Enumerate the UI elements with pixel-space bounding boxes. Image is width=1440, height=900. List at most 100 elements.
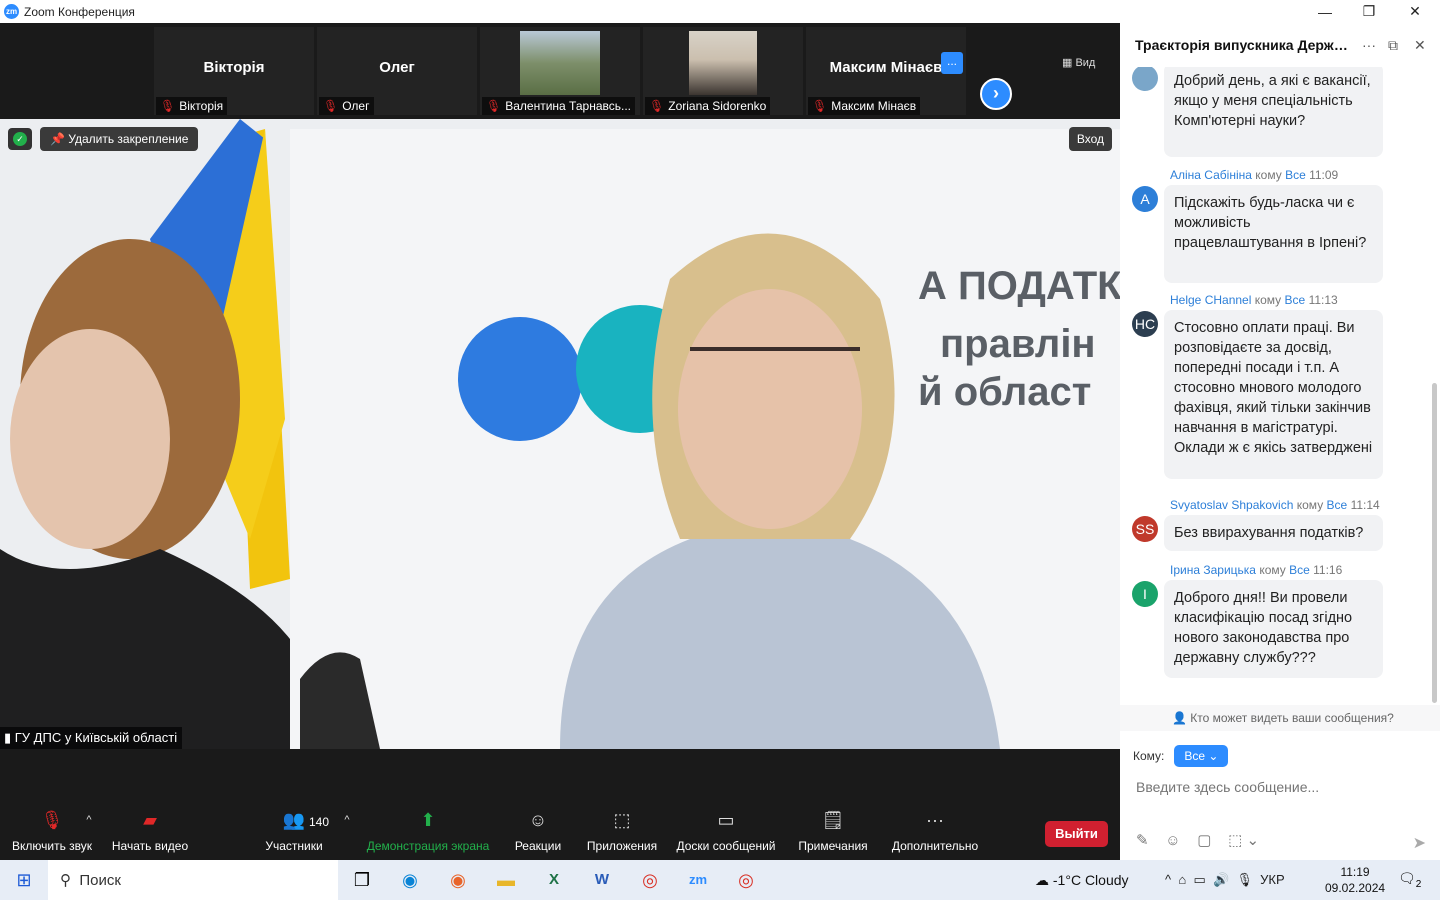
clock-date: 09.02.2024 (1325, 881, 1386, 895)
weather-widget[interactable]: ☁ -1°C Cloudy (1035, 860, 1129, 900)
apps-label: Приложения (586, 839, 658, 853)
windows-taskbar: ⊞ ⚲ Поиск ❐ ◉ ◉ ▬ X W ◎ zm ◎ ☁ -1°C Clou… (0, 860, 1440, 900)
clock[interactable]: 11:19 09.02.2024 (1325, 864, 1385, 896)
notes-button[interactable]: 🗒 Примечания (797, 805, 869, 860)
recipient-row: Кому: Все ⌄ (1133, 745, 1229, 767)
share-screen-button[interactable]: ⬆ Демонстрация экрана (366, 805, 490, 860)
participant-tile[interactable]: Олег 🎙 Олег (317, 27, 477, 115)
participant-tile[interactable]: 🎙 Zoriana Sidorenko (643, 27, 803, 115)
share-screen-icon: ⬆ (420, 810, 436, 830)
participant-tile[interactable]: Вікторія 🎙 Вікторія (154, 27, 314, 115)
notes-icon: 🗒 (821, 810, 845, 830)
message-bubble[interactable]: Стосовно оплати праці. Ви розповідаєте з… (1164, 310, 1383, 479)
excel-icon[interactable]: X (530, 860, 578, 900)
person-icon: 👤 (1172, 711, 1191, 725)
background-text: й област (918, 370, 1091, 414)
whiteboards-button[interactable]: ▭ Доски сообщений (675, 805, 777, 860)
taskbar-search[interactable]: ⚲ Поиск (48, 860, 338, 900)
edge-icon[interactable]: ◉ (386, 860, 434, 900)
format-icon[interactable]: ✎ (1136, 832, 1149, 849)
apps-button[interactable]: ⬚ Приложения (585, 805, 659, 860)
minimize-icon[interactable]: — (1302, 0, 1348, 23)
chat-messages: Добрий день, а які є вакансії, якщо у ме… (1120, 67, 1440, 707)
firefox-icon[interactable]: ◉ (434, 860, 482, 900)
participant-label: 🎙 Максим Мінаєв (808, 97, 921, 115)
file-icon[interactable]: ▢ (1197, 832, 1211, 849)
message-bubble[interactable]: Доброго дня!! Ви провели класифікацію по… (1164, 580, 1383, 678)
message-bubble[interactable]: Добрий день, а які є вакансії, якщо у ме… (1164, 67, 1383, 157)
message-bubble[interactable]: Підскажіть будь-ласка чи є можливість пр… (1164, 185, 1383, 283)
sender-name[interactable]: Svyatoslav Shpakovich (1170, 498, 1293, 512)
task-view-icon[interactable]: ❐ (338, 860, 386, 900)
notifications-icon[interactable]: 🗨2 (1398, 870, 1421, 890)
participant-label: 🎙 Валентина Тарнавсь... (482, 97, 635, 115)
mic-muted-icon: 🎙 (649, 99, 665, 113)
word-icon[interactable]: W (578, 860, 626, 900)
background-text: правлін (940, 322, 1096, 366)
more-button[interactable]: ··· Дополнительно (890, 805, 980, 860)
recipient: Все (1284, 293, 1306, 307)
language-indicator[interactable]: УКР (1260, 872, 1285, 887)
screenshot-icon[interactable]: ⬚ (1228, 832, 1242, 849)
recipient-select[interactable]: Все ⌄ (1174, 745, 1229, 767)
sender-name[interactable]: Аліна Сабініна (1170, 168, 1252, 182)
restore-icon[interactable]: ❐ (1346, 0, 1392, 23)
zoom-logo-icon: zm (4, 4, 19, 19)
main-video: А ПОДАТК правлін й област ✓ 📌 Удалить за… (0, 119, 1120, 749)
send-icon[interactable]: ➤ (1413, 833, 1426, 853)
chevron-up-icon[interactable]: ^ (1165, 872, 1171, 887)
sender-name[interactable]: Helge CHannel (1170, 293, 1251, 307)
participant-tile[interactable]: 🎙 Валентина Тарнавсь... (480, 27, 640, 115)
recipient: Все (1326, 498, 1348, 512)
mic-muted-icon: 🎙 (812, 99, 828, 113)
chrome-profile-icon[interactable]: ◎ (722, 860, 770, 900)
unpin-button[interactable]: 📌 Удалить закрепление (40, 127, 199, 151)
participant-label: 🎙 Zoriana Sidorenko (645, 97, 771, 115)
close-icon[interactable]: ✕ (1414, 37, 1426, 54)
avatar: HC (1132, 311, 1158, 337)
shield-icon[interactable]: ✓ (8, 128, 32, 150)
signal-icon: ▮ (4, 730, 15, 745)
mic-muted-icon: 🎙 (486, 99, 502, 113)
reactions-label: Реакции (514, 839, 562, 853)
volume-icon[interactable]: 🔊 (1213, 872, 1229, 887)
participant-strip: Вікторія 🎙 Вікторія Олег 🎙 Олег 🎙 Валентина… (0, 23, 1120, 119)
chrome-icon[interactable]: ◎ (626, 860, 674, 900)
windows-start-icon[interactable]: ⊞ (0, 870, 48, 891)
timestamp: 11:14 (1350, 498, 1380, 512)
device-icon[interactable]: ▭ (1193, 872, 1205, 887)
view-button[interactable]: ▦ Вид (1062, 56, 1095, 69)
file-explorer-icon[interactable]: ▬ (482, 860, 530, 900)
audio-options-chevron-icon[interactable]: ^ (82, 805, 96, 860)
participants-count: 140 (308, 815, 330, 829)
to-label: Кому: (1133, 749, 1165, 763)
chat-input[interactable] (1136, 775, 1416, 799)
chevron-down-icon[interactable]: ⌄ (1246, 832, 1259, 849)
timestamp: 11:13 (1308, 293, 1338, 307)
start-video-button[interactable]: ▰ Начать видео (108, 805, 192, 860)
message-header: Svyatoslav Shpakovich кому Все 11:14 (1170, 498, 1380, 512)
who-can-see-link[interactable]: 👤 Кто может видеть ваши сообщения? (1120, 705, 1440, 731)
chat-scrollbar[interactable] (1432, 383, 1437, 703)
chevron-right-icon[interactable]: › (980, 78, 1012, 110)
video-scene: А ПОДАТК правлін й област (0, 119, 1120, 749)
popout-icon[interactable]: ⧉ (1388, 37, 1398, 54)
participants-button[interactable]: 👥 Участники (262, 805, 326, 860)
participant-video (520, 31, 600, 95)
emoji-icon[interactable]: ☺ (1165, 832, 1180, 849)
recipient: Все (1285, 168, 1306, 182)
chat-title: Траєкторія випускника Держав... (1135, 37, 1355, 53)
participants-options-chevron-icon[interactable]: ^ (340, 805, 354, 860)
close-icon[interactable]: ✕ (1392, 0, 1438, 23)
enter-button[interactable]: Вход (1068, 127, 1112, 151)
microphone-icon[interactable]: 🎙 (1236, 872, 1253, 887)
network-icon[interactable]: ⌂ (1178, 872, 1186, 887)
leave-button[interactable]: Выйти (1045, 821, 1108, 847)
zoom-icon[interactable]: zm (674, 860, 722, 900)
reactions-button[interactable]: ☺ Реакции (510, 805, 566, 860)
to-word: кому (1254, 293, 1282, 307)
message-bubble[interactable]: Без ввирахування податків? (1164, 515, 1383, 551)
more-dots-icon[interactable]: ··· (1362, 37, 1376, 53)
sender-name[interactable]: Ірина Зарицька (1170, 563, 1256, 577)
tile-more-button[interactable]: ... (941, 52, 963, 74)
